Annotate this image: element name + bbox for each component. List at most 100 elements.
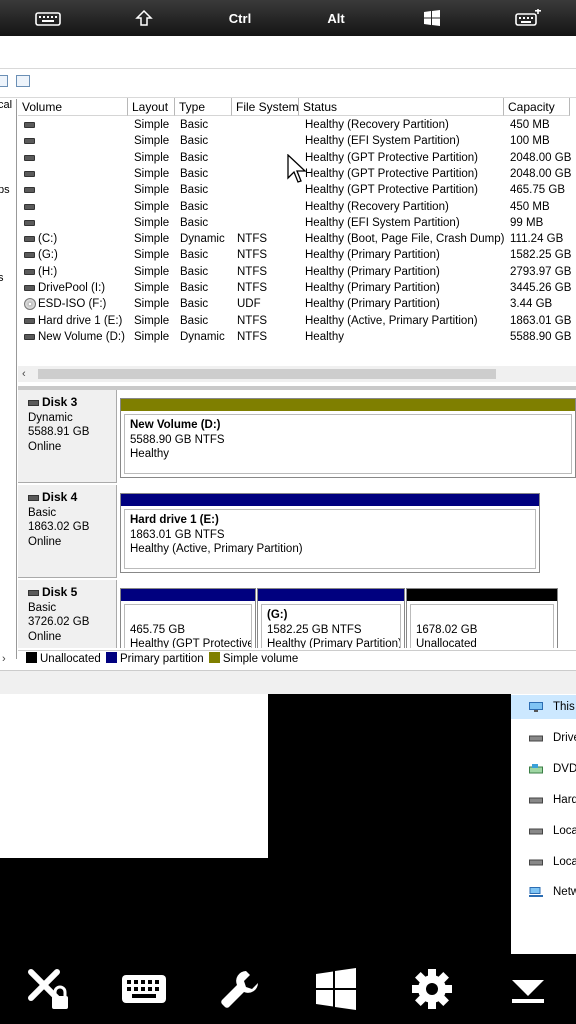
partition-color-bar	[121, 589, 255, 601]
cell-status: Healthy (Primary Partition)	[305, 282, 440, 294]
cell-type: Basic	[180, 249, 209, 262]
tree-fragment[interactable]: ps	[0, 184, 10, 196]
partition[interactable]: 465.75 GB Healthy (GPT Protective	[120, 588, 256, 648]
settings-button[interactable]	[402, 959, 462, 1019]
cell-capacity: 1582.25 GB	[510, 249, 572, 262]
partition-color-bar	[121, 494, 539, 506]
disk-label[interactable]: Disk 5 Basic 3726.02 GB Online	[18, 580, 117, 648]
cell-layout: Simple	[134, 314, 170, 327]
cell-type: Basic	[180, 314, 209, 327]
volume-row[interactable]: Hard drive 1 (E:) Simple Basic NTFS Healthy …	[18, 313, 576, 329]
cell-volume: (C:)	[38, 233, 58, 246]
cell-capacity: 2048.00 GB	[510, 151, 572, 164]
cell-status: Healthy (GPT Protective Partition)	[305, 167, 478, 180]
cell-type: Basic	[180, 151, 209, 164]
disk-label[interactable]: Disk 4 Basic 1863.02 GB Online	[18, 485, 117, 578]
legend: Unallocated Primary partition Simple vol…	[18, 650, 576, 668]
volume-row[interactable]: New Volume (D:) Simple Dynamic NTFS Healthy 5…	[18, 329, 576, 345]
drive-icon	[24, 187, 35, 194]
cell-status: Healthy (Primary Partition)	[305, 298, 440, 311]
cell-type: Dynamic	[180, 233, 225, 246]
column-volume[interactable]: Volume	[18, 98, 128, 116]
partition[interactable]: New Volume (D:) 5588.90 GB NTFS Healthy	[120, 398, 576, 478]
column-file-system[interactable]: File System	[232, 98, 299, 116]
cell-volume: Hard drive 1 (E:)	[38, 314, 123, 327]
windows-key[interactable]	[384, 0, 480, 36]
disk-kind: Dynamic	[28, 411, 73, 424]
column-type[interactable]: Type	[175, 98, 232, 116]
cell-type: Basic	[180, 167, 209, 180]
keyboard-plus-icon	[515, 9, 541, 27]
collapse-toolbar-button[interactable]	[498, 959, 558, 1019]
cell-fs: NTFS	[237, 282, 268, 294]
cell-capacity: 100 MB	[510, 135, 550, 148]
column-status[interactable]: Status	[299, 98, 504, 116]
cell-status: Healthy (EFI System Partition)	[305, 135, 460, 148]
windows-start-button[interactable]	[306, 959, 366, 1019]
partition[interactable]: Hard drive 1 (E:) 1863.01 GB NTFS Health…	[120, 493, 540, 573]
cell-status: Healthy	[305, 330, 344, 343]
column-capacity[interactable]: Capacity	[504, 98, 570, 116]
keyboard-icon	[35, 10, 61, 26]
tree-fragment[interactable]: s	[0, 272, 4, 284]
tree-fragment[interactable]: cal	[0, 99, 12, 111]
scroll-thumb[interactable]	[38, 369, 496, 379]
cell-fs: NTFS	[237, 314, 268, 327]
cell-capacity: 465.75 GB	[510, 184, 565, 197]
network-icon	[529, 887, 543, 897]
legend-label: Simple volume	[222, 653, 299, 665]
shift-key[interactable]	[96, 0, 192, 36]
cell-capacity: 111.24 GB	[510, 233, 564, 246]
explorer-nav-pane: This Drive DVD Hard Loca Loca Netw	[511, 694, 576, 954]
drive-icon	[24, 138, 35, 145]
cell-capacity: 5588.90 GB	[510, 330, 572, 343]
volume-row[interactable]: Simple Basic Healthy (EFI System Partition…	[18, 133, 576, 149]
disk-row: Disk 3 Dynamic 5588.91 GB Online New Vol…	[18, 390, 576, 483]
cell-type: Basic	[180, 298, 209, 311]
keyboard-key[interactable]	[0, 0, 96, 36]
disk-icon	[28, 589, 39, 596]
ctrl-key[interactable]: Ctrl	[192, 0, 288, 36]
more-keys[interactable]	[480, 0, 576, 36]
volume-row[interactable]: (C:) Simple Dynamic NTFS Healthy (Boot, Page…	[18, 231, 576, 247]
volume-row[interactable]: (H:) Simple Basic NTFS Healthy (Primary Part…	[18, 264, 576, 280]
scroll-left-arrow[interactable]: ‹	[22, 366, 26, 382]
volume-row[interactable]: Simple Basic Healthy (Recovery Partition) 4…	[18, 117, 576, 133]
toolbar-icon[interactable]	[0, 75, 8, 87]
volume-row[interactable]: Simple Basic Healthy (Recovery Partition) 4…	[18, 199, 576, 215]
status-bar	[0, 670, 576, 694]
column-layout[interactable]: Layout	[128, 98, 175, 116]
volume-row[interactable]: Simple Basic Healthy (EFI System Partition…	[18, 215, 576, 231]
partition[interactable]: 1678.02 GB Unallocated	[406, 588, 558, 648]
tools-button[interactable]	[210, 959, 270, 1019]
cell-layout: Simple	[134, 282, 170, 294]
cell-status: Healthy (GPT Protective Partition)	[305, 184, 478, 197]
properties-icon[interactable]	[16, 75, 30, 87]
disk-row: Disk 4 Basic 1863.02 GB Online Hard driv…	[18, 485, 576, 578]
alt-key[interactable]: Alt	[288, 0, 384, 36]
drive-icon	[24, 268, 35, 275]
drive-icon	[529, 828, 543, 835]
volume-row[interactable]: ESD-ISO (F:) Simple Basic UDF Healthy (Prima…	[18, 296, 576, 312]
cell-type: Dynamic	[180, 330, 225, 343]
scroll-right-arrow[interactable]: ›	[2, 650, 6, 668]
settings-gear-icon	[412, 969, 452, 1009]
drive-icon	[24, 333, 35, 340]
volume-row[interactable]: (G:) Simple Basic NTFS Healthy (Primary Part…	[18, 247, 576, 263]
horizontal-scrollbar[interactable]: ‹	[18, 366, 576, 382]
wrench-icon	[221, 971, 258, 1008]
volume-row[interactable]: DrivePool (I:) Simple Basic NTFS Healthy (Pr…	[18, 280, 576, 296]
disk-row: Disk 5 Basic 3726.02 GB Online 465.75 GB…	[18, 580, 576, 648]
disk-label[interactable]: Disk 3 Dynamic 5588.91 GB Online	[18, 390, 117, 483]
cell-status: Healthy (Primary Partition)	[305, 249, 440, 262]
keyboard-button[interactable]	[114, 959, 174, 1019]
disconnect-button[interactable]	[18, 959, 78, 1019]
cell-volume: New Volume (D:)	[38, 330, 125, 343]
disk-size: 3726.02 GB	[28, 616, 90, 628]
cell-type: Basic	[180, 265, 209, 278]
disk-state: Online	[28, 535, 62, 548]
cell-volume: ESD-ISO (F:)	[38, 298, 107, 311]
mouse-cursor-icon	[287, 154, 307, 183]
partition[interactable]: (G:) 1582.25 GB NTFS Healthy (Primary Pa…	[257, 588, 405, 648]
disk-kind: Basic	[28, 506, 57, 519]
